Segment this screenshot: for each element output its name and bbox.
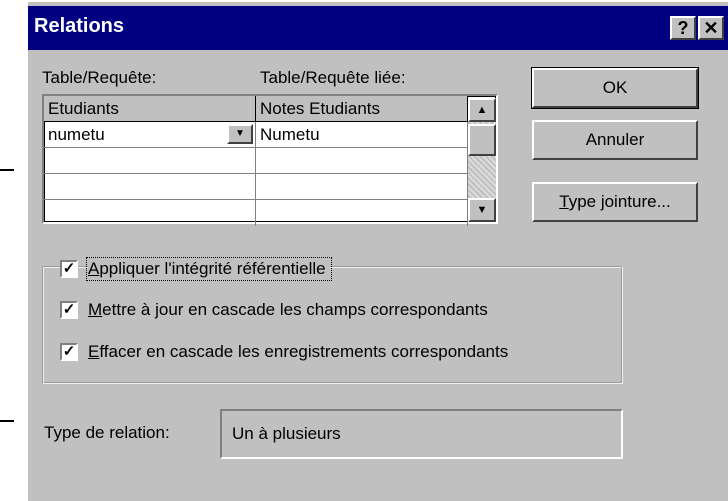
grid-header-table[interactable]: Etudiants [44, 96, 256, 122]
scroll-thumb[interactable] [468, 124, 496, 156]
checkbox-box[interactable]: ✓ [60, 343, 78, 361]
help-icon: ? [677, 18, 689, 38]
checkmark-icon: ✓ [62, 301, 76, 318]
join-type-mnemonic: T [559, 192, 569, 211]
grid-cell-table-field[interactable]: numetu ▼ [44, 122, 256, 148]
checkmark-icon: ✓ [62, 343, 76, 360]
close-button[interactable]: ✕ [698, 16, 724, 40]
cancel-button[interactable]: Annuler [532, 120, 698, 160]
checkbox-box[interactable]: ✓ [60, 301, 78, 319]
grid-cell-linked-field[interactable] [256, 174, 468, 200]
scroll-down-button[interactable]: ▼ [468, 198, 496, 222]
chevron-down-icon: ▼ [235, 128, 245, 139]
close-icon: ✕ [703, 18, 719, 38]
title-bar[interactable]: Relations ? ✕ [28, 6, 728, 50]
field-mapping-grid: Etudiants Notes Etudiants numetu ▼ Numet… [42, 94, 498, 226]
help-button[interactable]: ? [670, 16, 696, 40]
checkmark-icon: ✓ [62, 260, 76, 277]
grid-scrollbar[interactable]: ▲ ▼ [468, 98, 496, 222]
scroll-up-button[interactable]: ▲ [468, 98, 496, 122]
relation-type-label: Type de relation: [44, 423, 170, 442]
grid-cell-table-field[interactable] [44, 148, 256, 174]
grid-cell-linked-field[interactable] [256, 148, 468, 174]
enforce-integrity-label: Appliquer l'intégrité référentielle [86, 257, 332, 281]
enforce-integrity-checkbox[interactable]: ✓ Appliquer l'intégrité référentielle [60, 256, 332, 282]
grid-cell-linked-field[interactable] [256, 200, 468, 226]
arrow-down-icon: ▼ [476, 204, 488, 216]
background-tick [0, 169, 14, 171]
cascade-delete-checkbox[interactable]: ✓ Effacer en cascade les enregistrements… [60, 339, 513, 365]
background-window-edge [0, 0, 26, 501]
window-title: Relations [34, 15, 125, 37]
cascade-update-label: Mettre à jour en cascade les champs corr… [88, 300, 492, 320]
checkbox-box[interactable]: ✓ [60, 260, 78, 278]
cascade-update-checkbox[interactable]: ✓ Mettre à jour en cascade les champs co… [60, 297, 492, 323]
relation-type-value: Un à plusieurs [220, 409, 623, 459]
field-dropdown-button[interactable]: ▼ [227, 124, 253, 144]
join-type-label: ype jointure... [568, 192, 671, 211]
table-field-value: numetu [48, 125, 105, 144]
table-label: Table/Requête: [42, 68, 157, 87]
join-type-button[interactable]: Type jointure... [532, 182, 698, 222]
background-tick [0, 420, 14, 422]
grid-cell-linked-field[interactable]: Numetu [256, 122, 468, 148]
integrity-groupbox [42, 266, 623, 384]
grid-cell-table-field[interactable] [44, 174, 256, 200]
arrow-up-icon: ▲ [476, 104, 488, 116]
linked-table-label: Table/Requête liée: [260, 68, 406, 87]
grid-cell-table-field[interactable] [44, 200, 256, 226]
ok-button[interactable]: OK [531, 67, 699, 109]
cascade-delete-label: Effacer en cascade les enregistrements c… [88, 342, 513, 362]
grid-header-linked-table[interactable]: Notes Etudiants [256, 96, 468, 122]
relations-dialog: Relations ? ✕ Table/Requête: Table/Requê… [26, 0, 728, 501]
